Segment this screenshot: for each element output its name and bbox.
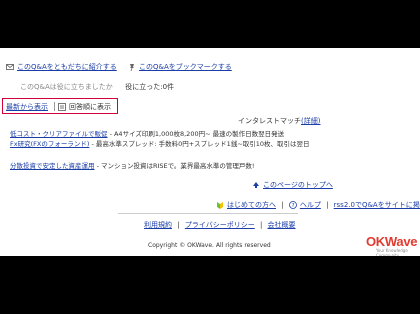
- ad-item: 低コスト・クリアファイルで販促 - A4サイズ印刷1,000枚8,200円~ 最…: [10, 128, 284, 138]
- rss-link[interactable]: rss2.0でQ&Aをサイトに掲載: [334, 201, 420, 209]
- mail-icon: [6, 63, 14, 71]
- tab-newest[interactable]: 最新から表示: [6, 102, 48, 112]
- ad-link-1[interactable]: 低コスト・クリアファイルで販促: [10, 130, 108, 138]
- ad-desc-3: - マンション投資はRISEで。業界最高水準の管理戸数!: [96, 162, 255, 170]
- company-link[interactable]: 会社概要: [268, 221, 296, 229]
- ad-item: Fx研究(FXのフォーランド) - 最高水準スプレッド: 手数料0円+スプレッド…: [10, 139, 310, 149]
- answer-order-tabs: 最新から表示 回答順に表示: [2, 98, 118, 114]
- recommend-link[interactable]: このQ&Aをともだちに紹介する: [17, 63, 117, 71]
- list-icon: [58, 103, 66, 111]
- help-icon: ?: [288, 201, 297, 209]
- logo-wordmark: OKWave: [366, 234, 418, 249]
- bookmark-row: このQ&Aをブックマークする: [128, 62, 232, 72]
- helpful-prompt: このQ&Aは役に立ちましたか: [20, 83, 113, 91]
- ad-item: 分散投資で安定した資産運用 - マンション投資はRISEで。業界最高水準の管理戸…: [10, 160, 255, 170]
- tab-answer-order-label: 回答順に表示: [69, 103, 111, 111]
- helpful-count: 役に立った:0件: [125, 83, 175, 91]
- beginner-icon: [216, 201, 224, 209]
- footer-nav: はじめての方へ | ? ヘルプ | rss2.0でQ&Aをサイトに掲載: [216, 200, 420, 210]
- helpful-row: このQ&Aは役に立ちましたか 役に立った:0件: [20, 82, 174, 92]
- svg-text:?: ?: [291, 203, 294, 209]
- copyright: Copyright © OKWave. All rights reserved: [148, 242, 271, 249]
- ads-header-label: インタレストマッチ: [238, 117, 301, 125]
- recommend-row: このQ&Aをともだちに紹介する: [6, 62, 117, 72]
- arrow-up-icon: [252, 181, 260, 189]
- page-top-link[interactable]: このページのトップへ: [263, 181, 333, 189]
- okwave-logo[interactable]: OKWave Your Knowledge Community: [364, 234, 418, 256]
- terms-link[interactable]: 利用規約: [144, 221, 172, 229]
- ad-desc-1: - A4サイズ印刷1,000枚8,200円~ 最速の製作日数翌日発送: [109, 130, 285, 138]
- page-top-row: このページのトップへ: [252, 180, 333, 190]
- help-link[interactable]: ヘルプ: [300, 201, 321, 209]
- ad-desc-2: - 最高水準スプレッド: 手数料0円+スプレッド1銭~取引10枚、取引は翌日: [91, 140, 310, 148]
- ads-header: インタレストマッチ(詳細): [238, 116, 320, 126]
- ads-detail-link[interactable]: (詳細): [301, 117, 320, 125]
- footer-divider: [118, 213, 298, 214]
- beginner-link[interactable]: はじめての方へ: [227, 201, 276, 209]
- tab-answer-order[interactable]: 回答順に表示: [58, 102, 111, 112]
- legal-links: 利用規約 | プライバシーポリシー | 会社概要: [144, 221, 296, 229]
- browser-viewport: このQ&Aをともだちに紹介する このQ&Aをブックマークする このQ&Aは役に立…: [0, 48, 420, 256]
- ad-link-2[interactable]: Fx研究(FXのフォーランド): [10, 140, 89, 148]
- tab-divider: [54, 102, 55, 111]
- pin-icon: [128, 63, 136, 71]
- bookmark-link[interactable]: このQ&Aをブックマークする: [139, 63, 232, 71]
- privacy-link[interactable]: プライバシーポリシー: [185, 221, 255, 229]
- ad-link-3[interactable]: 分散投資で安定した資産運用: [10, 162, 95, 170]
- logo-tagline: Your Knowledge Community: [376, 248, 408, 256]
